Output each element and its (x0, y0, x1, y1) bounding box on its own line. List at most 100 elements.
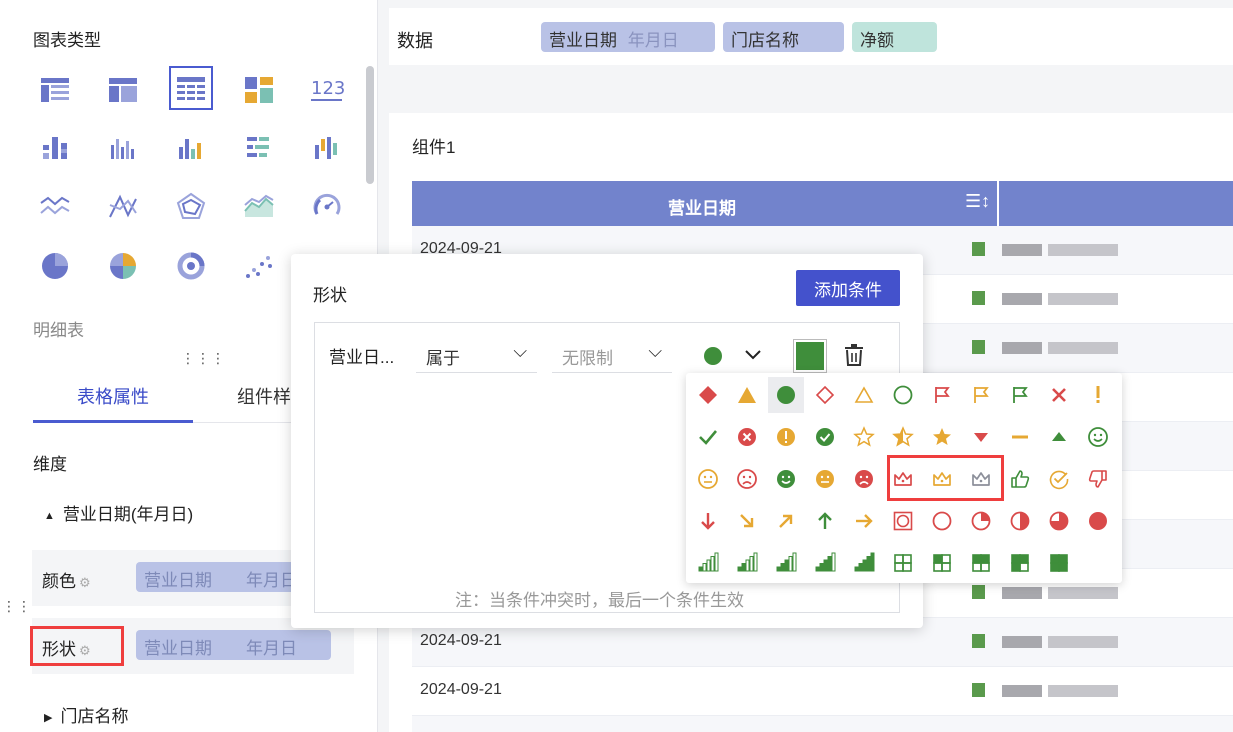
selected-chart-name: 明细表 (33, 321, 84, 340)
component-title: 组件1 (412, 138, 456, 157)
smile-outline-green-icon[interactable] (1080, 419, 1116, 455)
flag-outline-red-icon[interactable] (924, 377, 960, 413)
multi-pie-icon[interactable] (101, 244, 145, 288)
table-row[interactable]: 2024-09-21 (412, 667, 1233, 716)
color-property-label[interactable]: 颜色 ⚙ (42, 567, 91, 592)
triangle-outline-yellow-icon[interactable] (846, 377, 882, 413)
grid-half-green-icon[interactable] (963, 545, 999, 581)
check-circle-green-icon[interactable] (807, 419, 843, 455)
signal-1-green-icon[interactable] (690, 545, 726, 581)
horizontal-bar-icon[interactable] (237, 126, 281, 170)
scatter-icon[interactable] (237, 244, 281, 288)
sad-face-red-icon[interactable] (729, 461, 765, 497)
field-pill-business-date[interactable]: 营业日期 年月日 (541, 22, 715, 52)
cross-red-icon[interactable] (1041, 377, 1077, 413)
tab-table-properties[interactable]: 表格属性 (77, 383, 149, 409)
arrow-down-red-icon[interactable] (690, 503, 726, 539)
masked-cell (972, 336, 1122, 360)
square-circle-red-icon[interactable] (885, 503, 921, 539)
trash-icon[interactable] (843, 343, 865, 372)
flag-outline-green-icon[interactable] (1002, 377, 1038, 413)
tree-item-business-date[interactable]: ▲ 营业日期(年月日) (44, 500, 193, 525)
cell-business-date: 2024-09-21 (420, 681, 502, 698)
grid-empty-green-icon[interactable] (885, 545, 921, 581)
masked-cell (972, 630, 1122, 654)
circle-green-icon[interactable] (768, 377, 804, 413)
sad-face-solid-red-icon[interactable] (846, 461, 882, 497)
circle-half-red-icon[interactable] (1002, 503, 1038, 539)
circle-empty-red-icon[interactable] (924, 503, 960, 539)
table-icon[interactable] (33, 68, 77, 112)
field-pill-store-name[interactable]: 门店名称 (723, 22, 844, 52)
signal-5-green-icon[interactable] (846, 545, 882, 581)
pie-chart-icon[interactable] (33, 244, 77, 288)
dash-yellow-icon[interactable] (1002, 419, 1038, 455)
signal-4-green-icon[interactable] (807, 545, 843, 581)
cross-circle-red-icon[interactable] (729, 419, 765, 455)
circle-three-quarter-red-icon[interactable] (1041, 503, 1077, 539)
value-select[interactable]: 无限制 ⌵ (552, 335, 672, 373)
detail-table-icon[interactable] (169, 66, 213, 110)
check-circle-outline-yellow-icon[interactable] (1041, 461, 1077, 497)
pill-field-unit: 年月日 (246, 571, 297, 590)
circle-quarter-red-icon[interactable] (963, 503, 999, 539)
arrow-down-right-yellow-icon[interactable] (729, 503, 765, 539)
chart-type-title: 图表类型 (33, 31, 101, 50)
neutral-face-yellow-icon[interactable] (690, 461, 726, 497)
circle-full-red-icon[interactable] (1080, 503, 1116, 539)
tree-item-store-name[interactable]: ▶ 门店名称 (44, 702, 128, 727)
grid-three-quarter-green-icon[interactable] (1002, 545, 1038, 581)
area-chart-icon[interactable] (237, 184, 281, 228)
diamond-red-icon[interactable] (690, 377, 726, 413)
left-drag-handle-icon[interactable]: ⋮⋮ (2, 598, 32, 615)
cross-table-icon[interactable] (101, 68, 145, 112)
flag-outline-yellow-icon[interactable] (963, 377, 999, 413)
star-yellow-icon[interactable] (924, 419, 960, 455)
gauge-icon[interactable] (305, 184, 349, 228)
thumbs-up-green-icon[interactable] (1002, 461, 1038, 497)
circle-outline-green-icon[interactable] (885, 377, 921, 413)
stock-line-icon[interactable] (101, 184, 145, 228)
line-chart-icon[interactable] (33, 184, 77, 228)
signal-2-green-icon[interactable] (729, 545, 765, 581)
triangle-yellow-icon[interactable] (729, 377, 765, 413)
shape-select[interactable] (704, 337, 784, 373)
column-chart-icon[interactable] (169, 126, 213, 170)
arrow-down-red-icon[interactable] (963, 419, 999, 455)
tab-component-style[interactable]: 组件样 (237, 383, 291, 409)
ring-chart-icon[interactable] (169, 244, 213, 288)
grouped-bar-icon[interactable] (33, 126, 77, 170)
smile-face-green-icon[interactable] (768, 461, 804, 497)
chart-list-scrollbar[interactable] (366, 66, 374, 184)
thumbs-down-red-icon[interactable] (1080, 461, 1116, 497)
arrow-up-green-icon[interactable] (807, 503, 843, 539)
arrow-right-yellow-icon[interactable] (846, 503, 882, 539)
shape-field-pill[interactable]: 营业日期 年月日 (136, 630, 331, 660)
check-green-icon[interactable] (690, 419, 726, 455)
grid-quarter-green-icon[interactable] (924, 545, 960, 581)
column-divider[interactable] (997, 181, 999, 226)
table-row[interactable]: 2024-09-21 (412, 716, 1233, 732)
field-pill-net-amount[interactable]: 净额 (852, 22, 937, 52)
star-outline-yellow-icon[interactable] (846, 419, 882, 455)
data-label: 数据 (397, 31, 433, 51)
gear-icon[interactable]: ⚙ (79, 575, 91, 591)
arrow-up-right-yellow-icon[interactable] (768, 503, 804, 539)
operator-select[interactable]: 属于 ⌵ (416, 335, 537, 373)
treemap-icon[interactable] (237, 68, 281, 112)
kpi-number-icon[interactable]: 123 (305, 68, 349, 112)
exclamation-yellow-icon[interactable] (1080, 377, 1116, 413)
sort-icon[interactable]: ☰↕ (965, 191, 990, 212)
add-condition-button[interactable]: 添加条件 (796, 270, 900, 306)
multi-color-bar-icon[interactable] (305, 126, 349, 170)
star-half-yellow-icon[interactable] (885, 419, 921, 455)
bar-chart-icon[interactable] (101, 126, 145, 170)
signal-3-green-icon[interactable] (768, 545, 804, 581)
exclamation-circle-yellow-icon[interactable] (768, 419, 804, 455)
grid-full-green-icon[interactable] (1041, 545, 1077, 581)
diamond-outline-red-icon[interactable] (807, 377, 843, 413)
color-picker[interactable] (793, 339, 827, 373)
neutral-face-solid-yellow-icon[interactable] (807, 461, 843, 497)
radar-chart-icon[interactable] (169, 184, 213, 228)
arrow-up-green-icon[interactable] (1041, 419, 1077, 455)
